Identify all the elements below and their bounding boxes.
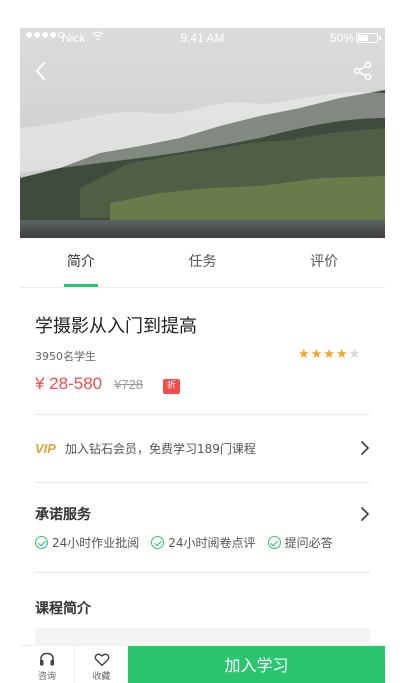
promise-item: 提问必答	[267, 534, 333, 551]
course-title: 学摄影从入门到提高	[35, 316, 197, 337]
original-price: ¥728	[114, 377, 144, 392]
current-price: ¥ 28-580	[35, 374, 103, 393]
course-cover-image: Nick 9:41 AM 50%	[20, 28, 385, 238]
promise-list: 24小时作业批阅 24小时阅卷点评 提问必答	[35, 534, 370, 551]
star-icon: ★	[298, 347, 310, 362]
check-circle-icon	[267, 536, 281, 549]
chevron-right-icon	[361, 441, 369, 455]
heart-icon	[94, 653, 109, 667]
share-icon	[353, 61, 372, 81]
favorite-button[interactable]: 收藏	[74, 646, 128, 683]
battery-percent: 50%	[330, 31, 355, 45]
rating-stars: ★ ★ ★ ★ ★	[298, 348, 360, 362]
tab-bar: 简介 任务 评价	[20, 238, 385, 288]
consult-label: 咨询	[37, 672, 56, 682]
chevron-right-icon	[361, 507, 369, 521]
landscape-illustration	[20, 28, 385, 238]
share-button[interactable]	[352, 60, 374, 82]
star-icon: ★	[335, 347, 348, 362]
tab-intro[interactable]: 简介	[20, 238, 142, 287]
vip-membership-row[interactable]: VIP 加入钻石会员，免费学习189门课程	[35, 428, 370, 468]
join-study-button[interactable]: 加入学习	[128, 646, 385, 683]
favorite-label: 收藏	[92, 672, 111, 682]
check-circle-icon	[35, 536, 48, 549]
consult-button[interactable]: 咨询	[20, 646, 74, 683]
status-bar: Nick 9:41 AM 50%	[20, 28, 385, 48]
back-button[interactable]	[30, 58, 52, 84]
star-icon: ★	[323, 347, 335, 362]
check-circle-icon	[151, 536, 165, 549]
price-row: ¥ 28-580 ¥728 折	[35, 374, 370, 398]
tab-tasks[interactable]: 任务	[142, 238, 264, 287]
headset-icon	[40, 652, 54, 666]
chevron-left-icon	[36, 62, 45, 80]
vip-text: 加入钻石会员，免费学习189门课程	[65, 441, 256, 456]
promise-item: 24小时作业批阅	[35, 534, 139, 551]
battery-icon	[356, 33, 381, 43]
promise-item: 24小时阅卷点评	[151, 534, 256, 551]
star-empty-icon: ★	[348, 347, 361, 362]
divider	[35, 482, 370, 483]
discount-badge: 折	[163, 378, 181, 394]
course-intro-title: 课程简介	[35, 601, 91, 617]
divider	[35, 414, 370, 415]
bottom-action-bar: 咨询 收藏 加入学习	[20, 645, 385, 683]
phone-screen: Nick 9:41 AM 50% 简介 任务 评价 学摄影从入门到提高 3950…	[20, 28, 385, 683]
promise-row[interactable]	[35, 504, 370, 524]
star-icon: ★	[310, 347, 323, 362]
vip-icon: VIP	[35, 440, 56, 456]
tab-reviews[interactable]: 评价	[263, 238, 385, 287]
divider	[35, 572, 370, 573]
